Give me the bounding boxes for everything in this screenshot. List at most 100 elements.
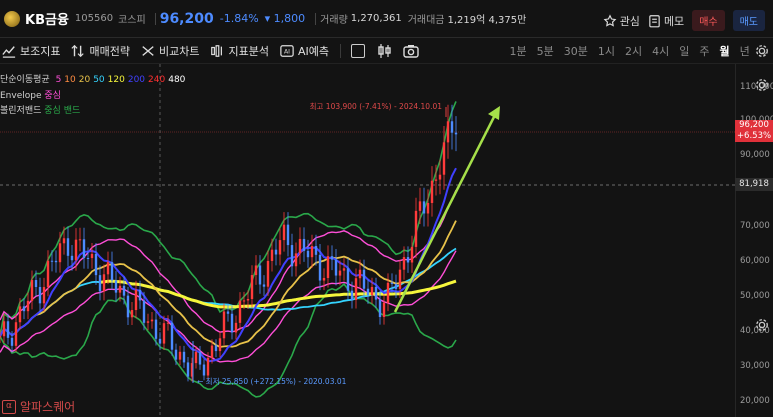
analysis-button[interactable]: 지표분석 xyxy=(210,43,269,59)
candle-body xyxy=(26,300,30,312)
low-annotation: ← 최저 25,850 (+272.15%) - 2020.03.01 xyxy=(197,376,347,386)
candle-body xyxy=(286,224,290,246)
toolbar-divider xyxy=(339,43,341,58)
candle-body xyxy=(422,201,426,214)
period-tab[interactable]: 1분 xyxy=(510,43,527,59)
candle-body xyxy=(170,322,174,350)
candle-body xyxy=(438,174,442,180)
candle-body xyxy=(210,345,214,358)
candle-body xyxy=(94,253,98,276)
strategy-button[interactable]: 매매전략 xyxy=(71,43,130,59)
candle-body xyxy=(86,257,90,259)
candle-body xyxy=(226,311,230,314)
memo-button[interactable]: 메모 xyxy=(648,13,684,29)
ai-predict-label: AI예측 xyxy=(297,44,329,58)
settings-gear-icon[interactable] xyxy=(755,44,769,58)
bollinger-band-label: 밴드 xyxy=(63,106,81,116)
candle-body xyxy=(450,121,454,133)
candle-body xyxy=(390,282,394,284)
ma-period: 480 xyxy=(168,75,186,85)
candle-body xyxy=(338,270,342,276)
ma-period: 200 xyxy=(127,75,146,85)
candle-body xyxy=(398,269,402,289)
period-tab[interactable]: 월 xyxy=(720,43,730,59)
candle-body xyxy=(146,321,150,323)
candle-body xyxy=(214,345,218,352)
candle-body xyxy=(38,287,42,304)
indicators-button[interactable]: 보조지표 xyxy=(2,43,60,59)
price-chart[interactable]: 최고 103,900 (-7.41%) - 2024.10.01 ← 최저 25,… xyxy=(0,64,773,417)
candle-body xyxy=(194,351,198,364)
candle-body xyxy=(90,253,94,259)
bollinger-legend: 볼린저밴드 중심 밴드 xyxy=(0,103,80,116)
period-tab[interactable]: 일 xyxy=(679,43,689,59)
candle-body xyxy=(198,351,202,365)
y-axis-border xyxy=(735,64,736,417)
candle-body xyxy=(282,224,286,241)
candle-body xyxy=(50,260,54,262)
svg-text:AI: AI xyxy=(284,48,290,55)
ma-period-list: 5 10 20 50 120 200 240 480 xyxy=(53,75,186,85)
watermark: α 알파스퀘어 xyxy=(2,398,75,415)
ai-icon: AI xyxy=(280,44,294,57)
period-tab[interactable]: 30분 xyxy=(564,43,588,59)
amount-value: 1,219억 4,375만 xyxy=(447,15,527,26)
period-tab[interactable]: 5분 xyxy=(537,43,554,59)
candle-body xyxy=(234,322,238,333)
period-tab[interactable]: 주 xyxy=(699,43,709,59)
current-price-tag: 96,200 +6.53% xyxy=(735,120,773,142)
candle-body xyxy=(326,256,330,278)
ma-legend: 단순이동평균 5 10 20 50 120 200 240 480 xyxy=(0,72,185,85)
period-tab[interactable]: 년 xyxy=(740,43,750,59)
candle-body xyxy=(202,364,206,376)
candle-body xyxy=(158,338,162,344)
bollinger-mid-label: 중심 xyxy=(44,106,61,116)
side-settings-icon-bottom[interactable] xyxy=(755,318,769,332)
candle-body xyxy=(30,280,34,301)
period-tab[interactable]: 2시 xyxy=(625,43,642,59)
candle-body xyxy=(2,321,6,337)
candle-body xyxy=(262,284,266,287)
analysis-icon xyxy=(211,44,223,57)
candle-body xyxy=(362,269,366,289)
sell-button[interactable]: 매도 xyxy=(732,10,765,31)
candle-body xyxy=(358,269,362,279)
candle-body xyxy=(162,323,166,344)
candle-body xyxy=(446,121,450,143)
candle-body xyxy=(186,362,190,377)
period-tab[interactable]: 1시 xyxy=(598,43,615,59)
candle-body xyxy=(62,238,66,244)
candle-body xyxy=(242,300,246,302)
candle-body xyxy=(178,351,182,360)
candle-body xyxy=(130,310,134,318)
candle-body xyxy=(106,262,110,275)
candle-body xyxy=(386,282,390,303)
candle-body xyxy=(290,245,294,267)
memo-icon xyxy=(649,14,660,27)
watch-button[interactable]: 관심 xyxy=(603,13,640,29)
candle-body xyxy=(414,210,418,247)
candle-body xyxy=(166,322,170,324)
candle-body xyxy=(382,302,386,317)
drawing-square-icon[interactable] xyxy=(350,43,365,58)
candle-body xyxy=(442,142,446,175)
stock-name[interactable]: KB금융 xyxy=(25,9,69,28)
side-settings-icon[interactable] xyxy=(755,78,769,92)
envelope-mid-label: 중심 xyxy=(44,91,61,101)
buy-button[interactable]: 매수 xyxy=(692,10,725,31)
candle-body xyxy=(58,243,62,263)
period-tab[interactable]: 4시 xyxy=(652,43,669,59)
camera-icon[interactable] xyxy=(403,43,419,59)
compare-button[interactable]: 비교차트 xyxy=(141,43,199,59)
candle-body xyxy=(374,286,378,300)
candle-body xyxy=(346,268,350,291)
candle-type-icon[interactable] xyxy=(377,43,393,59)
y-tick-label: 30,000 xyxy=(740,361,770,371)
y-tick-label: 60,000 xyxy=(740,256,770,266)
ai-predict-button[interactable]: AI AI예측 xyxy=(280,43,329,59)
current-price-tag-value: 96,200 xyxy=(739,120,769,130)
candle-body xyxy=(266,260,270,287)
compare-label: 비교차트 xyxy=(158,44,200,58)
candle-body xyxy=(350,290,354,300)
candle-body xyxy=(298,238,302,254)
